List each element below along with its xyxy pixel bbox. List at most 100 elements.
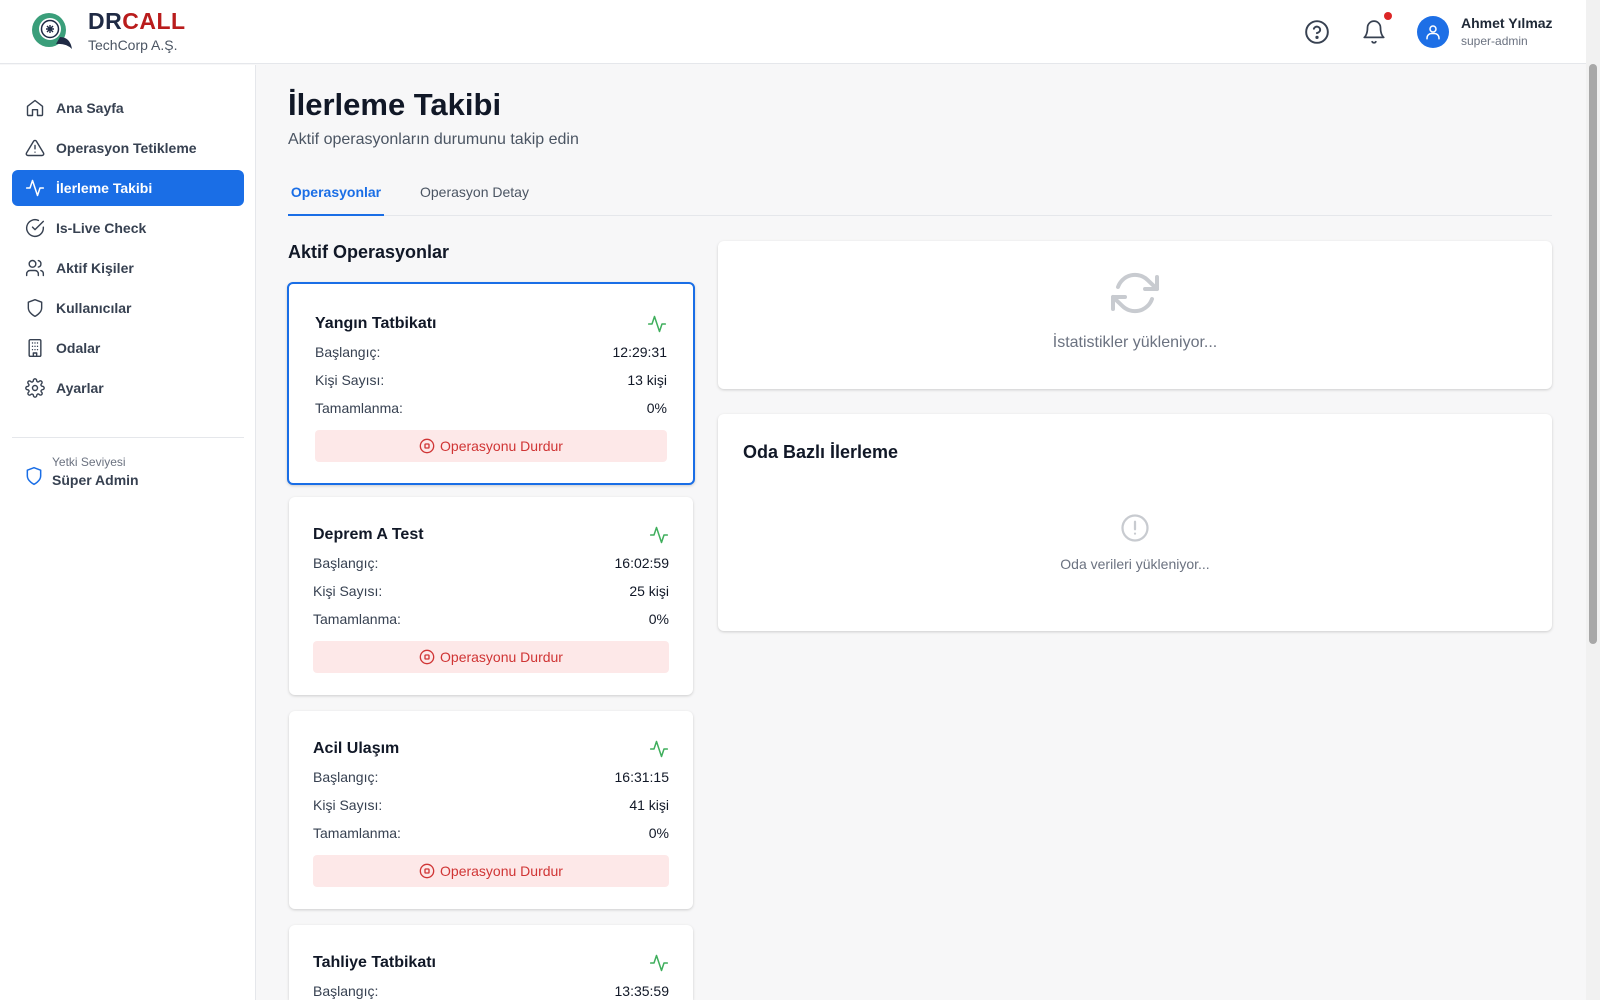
- start-label: Başlangıç:: [315, 344, 381, 360]
- stop-operation-label: Operasyonu Durdur: [440, 438, 563, 454]
- start-row: Başlangıç: 16:31:15: [313, 763, 669, 791]
- tab-bar: Operasyonlar Operasyon Detay: [288, 181, 1552, 216]
- start-value: 12:29:31: [612, 344, 668, 360]
- completion-label: Tamamlanma:: [313, 611, 401, 627]
- start-row: Başlangıç: 16:02:59: [313, 549, 669, 577]
- sidebar-item-operasyon-tetikleme[interactable]: Operasyon Tetikleme: [12, 130, 244, 166]
- sidebar-item-label: Aktif Kişiler: [56, 260, 134, 276]
- user-info[interactable]: Ahmet Yılmaz super-admin: [1461, 15, 1553, 48]
- scrollbar[interactable]: [1586, 0, 1600, 1000]
- building-icon: [28, 338, 42, 358]
- completion-value: 0%: [648, 825, 669, 841]
- operation-card[interactable]: Tahliye Tatbikatı Başlangıç: 13:35:59: [289, 925, 693, 1000]
- statistics-panel: İstatistikler yükleniyor...: [718, 241, 1552, 389]
- page-title: İlerleme Takibi: [288, 87, 502, 122]
- stop-operation-button[interactable]: Operasyonu Durdur: [313, 641, 669, 673]
- tab-operasyonlar[interactable]: Operasyonlar: [288, 181, 384, 216]
- completion-row: Tamamlanma: 0%: [313, 819, 669, 847]
- sidebar-item-is-live-check[interactable]: Is-Live Check: [12, 210, 244, 246]
- shield-icon: [27, 298, 43, 318]
- sidebar-item-kullanicilar[interactable]: Kullanıcılar: [12, 290, 244, 326]
- alert-circle-icon: [1121, 514, 1149, 542]
- stop-circle-icon: [419, 649, 435, 665]
- help-icon[interactable]: [1304, 19, 1330, 45]
- start-row: Başlangıç: 13:35:59: [313, 977, 669, 1000]
- scrollbar-thumb[interactable]: [1589, 64, 1597, 644]
- permission-level: Yetki Seviyesi Süper Admin: [24, 455, 139, 488]
- stop-operation-button[interactable]: Operasyonu Durdur: [315, 430, 667, 462]
- operation-name: Tahliye Tatbikatı: [313, 954, 436, 971]
- sidebar-item-ayarlar[interactable]: Ayarlar: [12, 370, 244, 406]
- sidebar-item-label: Is-Live Check: [56, 220, 147, 236]
- stop-operation-label: Operasyonu Durdur: [440, 649, 563, 665]
- room-progress-title: Oda Bazlı İlerleme: [743, 442, 899, 462]
- sidebar-nav: Ana Sayfa Operasyon Tetikleme İlerleme T…: [12, 90, 244, 410]
- start-label: Başlangıç:: [313, 555, 379, 571]
- people-label: Kişi Sayısı:: [315, 372, 385, 388]
- main-content: İlerleme Takibi Aktif operasyonların dur…: [288, 65, 1552, 216]
- sidebar-item-label: İlerleme Takibi: [56, 180, 153, 196]
- sidebar-item-label: Operasyon Tetikleme: [56, 140, 197, 156]
- people-row: Kişi Sayısı: 41 kişi: [313, 791, 669, 819]
- brand-name-call: CALL: [122, 8, 186, 34]
- avatar[interactable]: [1417, 16, 1449, 48]
- operation-name: Deprem A Test: [313, 526, 424, 543]
- sidebar-item-label: Odalar: [56, 340, 101, 356]
- active-operations-title: Aktif Operasyonlar: [288, 242, 450, 262]
- sidebar-item-ilerleme-takibi[interactable]: İlerleme Takibi: [12, 170, 244, 206]
- operation-card[interactable]: Yangın Tatbikatı Başlangıç: 12:29:31 Kişi…: [287, 282, 695, 485]
- user-role: super-admin: [1461, 34, 1528, 48]
- completion-label: Tamamlanma:: [313, 825, 401, 841]
- activity-icon: [649, 526, 669, 544]
- people-value: 25 kişi: [629, 583, 669, 599]
- top-header: DRCALL TechCorp A.Ş. Ahmet Yılmaz super-…: [0, 0, 1586, 64]
- start-label: Başlangıç:: [313, 769, 379, 785]
- company-name: TechCorp A.Ş.: [88, 37, 178, 53]
- people-row: Kişi Sayısı: 25 kişi: [313, 577, 669, 605]
- gear-icon: [25, 378, 45, 398]
- sidebar-item-odalar[interactable]: Odalar: [12, 330, 244, 366]
- home-icon: [26, 99, 44, 117]
- permission-value: Süper Admin: [52, 472, 139, 488]
- sidebar-item-label: Kullanıcılar: [56, 300, 132, 316]
- stop-operation-label: Operasyonu Durdur: [440, 863, 563, 879]
- user-name: Ahmet Yılmaz: [1461, 15, 1553, 31]
- room-loading-text: Oda verileri yükleniyor...: [1060, 556, 1210, 572]
- people-value: 13 kişi: [627, 372, 667, 388]
- bell-icon[interactable]: [1361, 19, 1387, 45]
- sidebar-item-ana-sayfa[interactable]: Ana Sayfa: [12, 90, 244, 126]
- people-label: Kişi Sayısı:: [313, 797, 383, 813]
- users-icon: [25, 259, 45, 277]
- stop-circle-icon: [419, 438, 435, 454]
- room-progress-panel: Oda Bazlı İlerleme Oda verileri yükleniy…: [718, 414, 1552, 631]
- refresh-icon: [1111, 272, 1159, 314]
- user-icon: [1426, 25, 1440, 40]
- brand-name-dr: DR: [88, 8, 123, 34]
- people-label: Kişi Sayısı:: [313, 583, 383, 599]
- alert-triangle-icon: [25, 139, 45, 157]
- tab-operasyon-detay[interactable]: Operasyon Detay: [420, 181, 529, 216]
- permission-label: Yetki Seviyesi: [52, 455, 126, 469]
- shield-icon: [26, 466, 42, 486]
- start-value: 16:02:59: [614, 555, 670, 571]
- page-subtitle: Aktif operasyonların durumunu takip edin: [288, 131, 579, 148]
- statistics-loading-text: İstatistikler yükleniyor...: [1052, 334, 1218, 351]
- people-value: 41 kişi: [629, 797, 669, 813]
- completion-value: 0%: [648, 611, 669, 627]
- sidebar-divider: [12, 437, 244, 438]
- operation-name: Yangın Tatbikatı: [315, 315, 437, 332]
- start-value: 13:35:59: [614, 983, 670, 999]
- start-value: 16:31:15: [614, 769, 670, 785]
- sidebar-item-aktif-kisiler[interactable]: Aktif Kişiler: [12, 250, 244, 286]
- start-label: Başlangıç:: [313, 983, 379, 999]
- activity-icon: [647, 315, 667, 333]
- brand-name: DRCALL: [88, 8, 186, 34]
- completion-row: Tamamlanma: 0%: [315, 394, 667, 422]
- completion-value: 0%: [646, 400, 667, 416]
- operation-card[interactable]: Acil Ulaşım Başlangıç: 16:31:15 Kişi Sayı…: [289, 711, 693, 909]
- operation-card[interactable]: Deprem A Test Başlangıç: 16:02:59 Kişi Sa…: [289, 497, 693, 695]
- drcall-logo: [32, 13, 72, 49]
- activity-icon: [649, 740, 669, 758]
- activity-icon: [25, 179, 45, 197]
- stop-operation-button[interactable]: Operasyonu Durdur: [313, 855, 669, 887]
